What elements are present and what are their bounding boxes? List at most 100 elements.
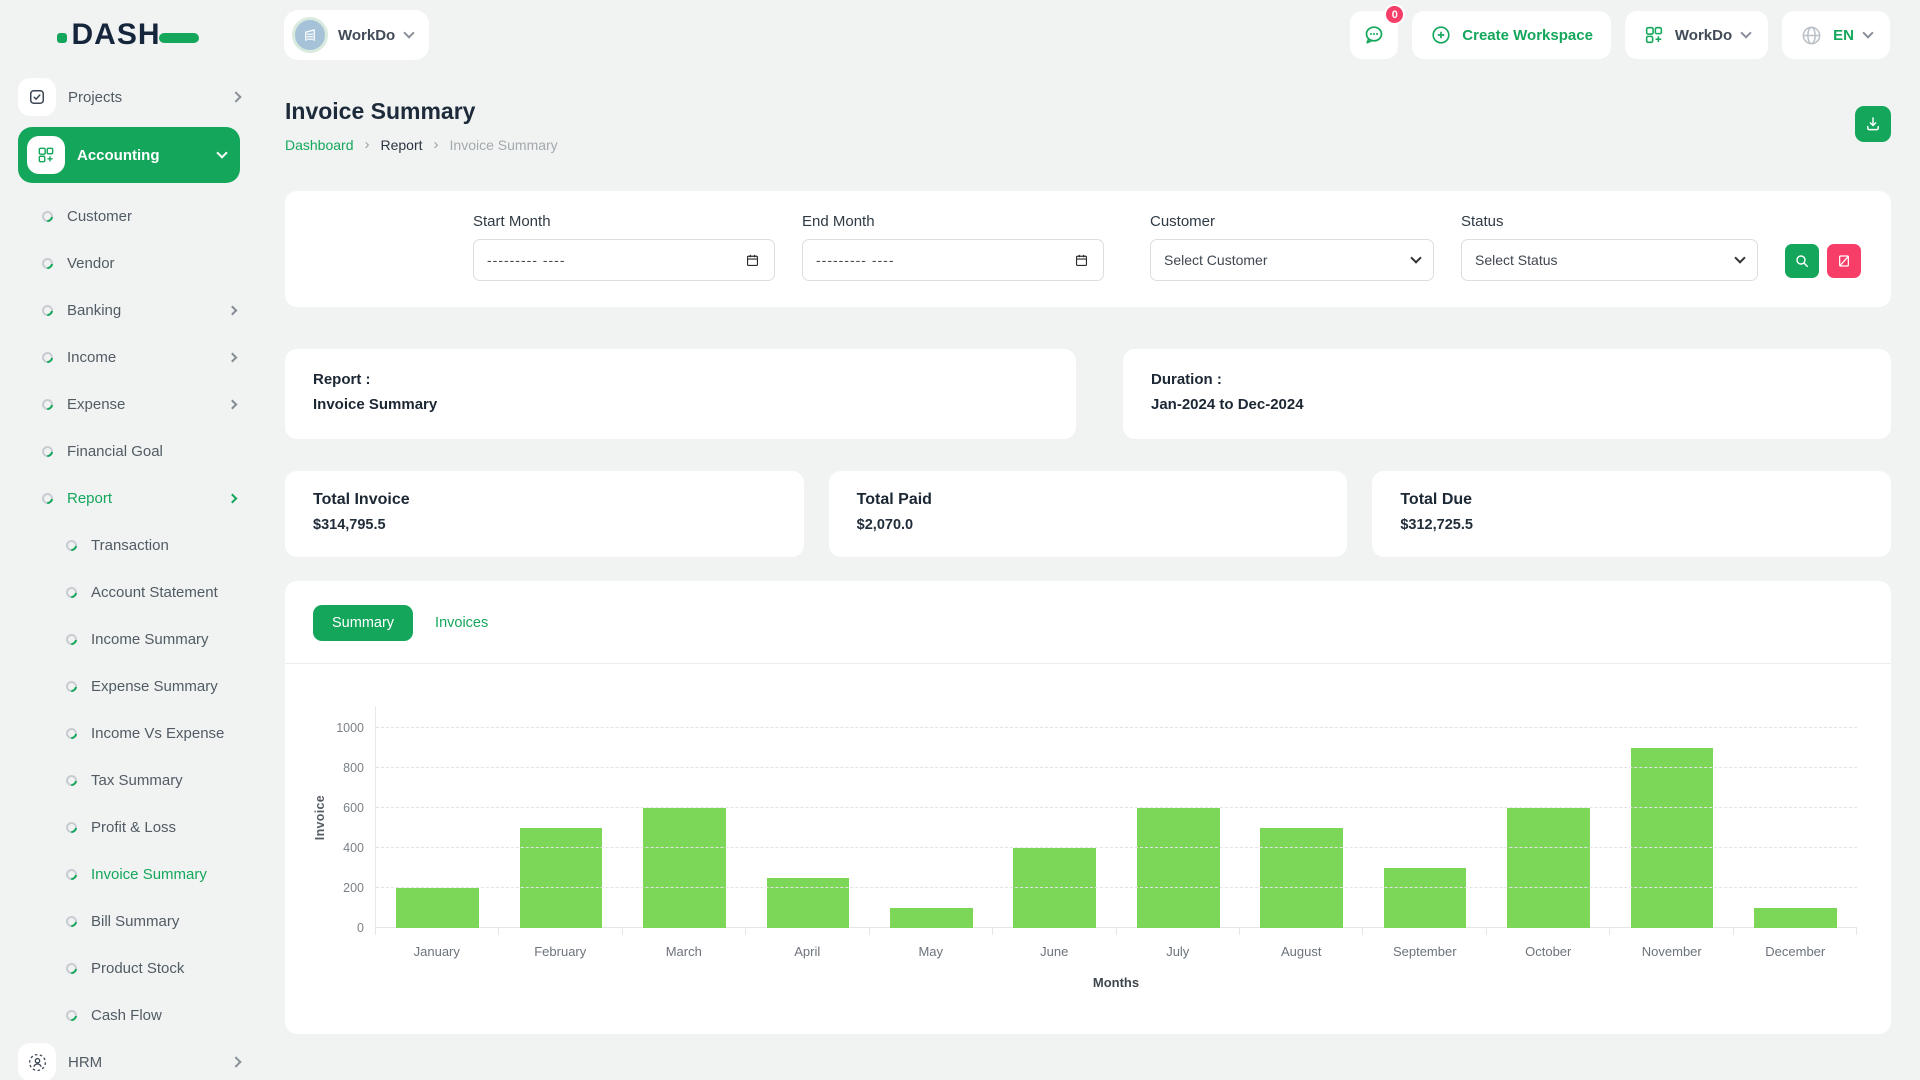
sidebar-item-banking[interactable]: Banking (18, 287, 240, 334)
total-due-card: Total Due $312,725.5 (1372, 471, 1891, 557)
language-selector[interactable]: EN (1782, 11, 1890, 59)
chat-icon (1362, 23, 1386, 47)
chevron-down-icon (1862, 27, 1873, 38)
download-button[interactable] (1855, 106, 1891, 142)
sidebar-item-label: Income (67, 349, 215, 366)
sidebar-item-label: Invoice Summary (91, 866, 240, 883)
create-workspace-button[interactable]: Create Workspace (1412, 11, 1611, 59)
end-month-placeholder: --------- ---- (816, 252, 1073, 268)
tab-invoices[interactable]: Invoices (435, 615, 488, 631)
language-label: EN (1833, 27, 1854, 44)
chevron-right-icon (228, 400, 238, 410)
bullet-ring-icon (64, 820, 79, 835)
projects-checkbox-icon (18, 78, 56, 116)
breadcrumb-current: Invoice Summary (450, 137, 558, 153)
sidebar-item-tax-summary[interactable]: Tax Summary (18, 757, 240, 804)
sidebar-item-income-vs-expense[interactable]: Income Vs Expense (18, 710, 240, 757)
breadcrumb-report[interactable]: Report (381, 137, 423, 153)
bullet-ring-icon (40, 491, 55, 506)
x-tick-label: March (622, 944, 746, 959)
sidebar-item-bill-summary[interactable]: Bill Summary (18, 898, 240, 945)
invoice-bar-chart: Invoice 02004006008001000 JanuaryFebruar… (313, 706, 1863, 990)
sidebar-item-cash-flow[interactable]: Cash Flow (18, 992, 240, 1039)
sidebar-item-product-stock[interactable]: Product Stock (18, 945, 240, 992)
x-tick (623, 928, 746, 935)
bar-april (767, 878, 850, 928)
breadcrumb: Dashboard › Report › Invoice Summary (285, 136, 558, 153)
download-icon (1864, 115, 1882, 133)
apps-menu-button[interactable]: WorkDo (1625, 11, 1768, 59)
start-month-input[interactable]: --------- ---- (473, 239, 775, 281)
x-axis-title: Months (375, 975, 1857, 990)
status-label: Status (1461, 213, 1758, 230)
reset-filter-button[interactable] (1827, 244, 1861, 278)
search-icon (1794, 253, 1810, 269)
bullet-ring-icon (40, 397, 55, 412)
sidebar-item-report[interactable]: Report (18, 475, 240, 522)
sidebar-item-label: Income Vs Expense (91, 725, 240, 742)
customer-select[interactable]: Select Customer (1150, 239, 1434, 281)
sidebar-item-vendor[interactable]: Vendor (18, 240, 240, 287)
sidebar-item-account-statement[interactable]: Account Statement (18, 569, 240, 616)
x-tick (870, 928, 993, 935)
sidebar-item-profit-loss[interactable]: Profit & Loss (18, 804, 240, 851)
report-card: Report : Invoice Summary (285, 349, 1076, 439)
messages-button[interactable]: 0 (1350, 11, 1398, 59)
tab-summary[interactable]: Summary (313, 605, 413, 641)
x-tick (1734, 928, 1857, 935)
total-invoice-value: $314,795.5 (313, 517, 776, 533)
globe-icon (1800, 24, 1823, 47)
chevron-down-icon (1740, 27, 1751, 38)
report-label: Report : (313, 371, 1048, 388)
logo-dash (159, 33, 199, 43)
bar-may (890, 908, 973, 928)
x-tick (1363, 928, 1486, 935)
hrm-user-icon (18, 1043, 56, 1080)
bar-august (1260, 828, 1343, 928)
y-tick-label: 800 (343, 761, 364, 775)
apply-filter-button[interactable] (1785, 244, 1819, 278)
status-select[interactable]: Select Status (1461, 239, 1758, 281)
calendar-icon (1073, 252, 1090, 269)
top-header: DASH WorkDo 0 Create Workspac (0, 0, 1920, 70)
calendar-icon (744, 252, 761, 269)
bullet-ring-icon (64, 914, 79, 929)
sidebar-item-expense-summary[interactable]: Expense Summary (18, 663, 240, 710)
chevron-right-icon (230, 91, 241, 102)
sidebar-item-income-summary[interactable]: Income Summary (18, 616, 240, 663)
reset-icon (1836, 253, 1852, 269)
logo-text: DASH (71, 18, 160, 52)
bar-november (1631, 748, 1714, 928)
sidebar-item-hrm[interactable]: HRM (18, 1039, 240, 1080)
plus-circle-icon (1430, 24, 1452, 46)
bar-slot (499, 706, 622, 928)
sidebar-item-accounting[interactable]: Accounting (18, 127, 240, 183)
status-selected-value: Select Status (1475, 252, 1736, 268)
workspace-selector[interactable]: WorkDo (284, 10, 429, 60)
x-tick-label: September (1363, 944, 1487, 959)
chart-gridline (376, 727, 1857, 728)
total-invoice-card: Total Invoice $314,795.5 (285, 471, 804, 557)
sidebar-item-expense[interactable]: Expense (18, 381, 240, 428)
bullet-ring-icon (64, 538, 79, 553)
breadcrumb-dashboard[interactable]: Dashboard (285, 137, 354, 153)
bullet-ring-icon (40, 350, 55, 365)
x-tick-label: October (1487, 944, 1611, 959)
sidebar-item-projects[interactable]: Projects (18, 74, 240, 120)
sidebar-item-income[interactable]: Income (18, 334, 240, 381)
sidebar-item-invoice-summary[interactable]: Invoice Summary (18, 851, 240, 898)
sidebar-item-label: Projects (68, 89, 220, 106)
end-month-input[interactable]: --------- ---- (802, 239, 1104, 281)
x-tick-label: January (375, 944, 499, 959)
apps-menu-label: WorkDo (1675, 27, 1732, 44)
chevron-down-icon (216, 147, 227, 158)
chevron-down-icon (404, 27, 415, 38)
bar-slot (1240, 706, 1363, 928)
sidebar-item-transaction[interactable]: Transaction (18, 522, 240, 569)
x-tick-label: February (499, 944, 623, 959)
sidebar-item-financial-goal[interactable]: Financial Goal (18, 428, 240, 475)
breadcrumb-separator: › (365, 136, 370, 153)
sidebar-item-customer[interactable]: Customer (18, 193, 240, 240)
sidebar-item-label: Tax Summary (91, 772, 240, 789)
accounting-grid-icon (27, 136, 65, 174)
